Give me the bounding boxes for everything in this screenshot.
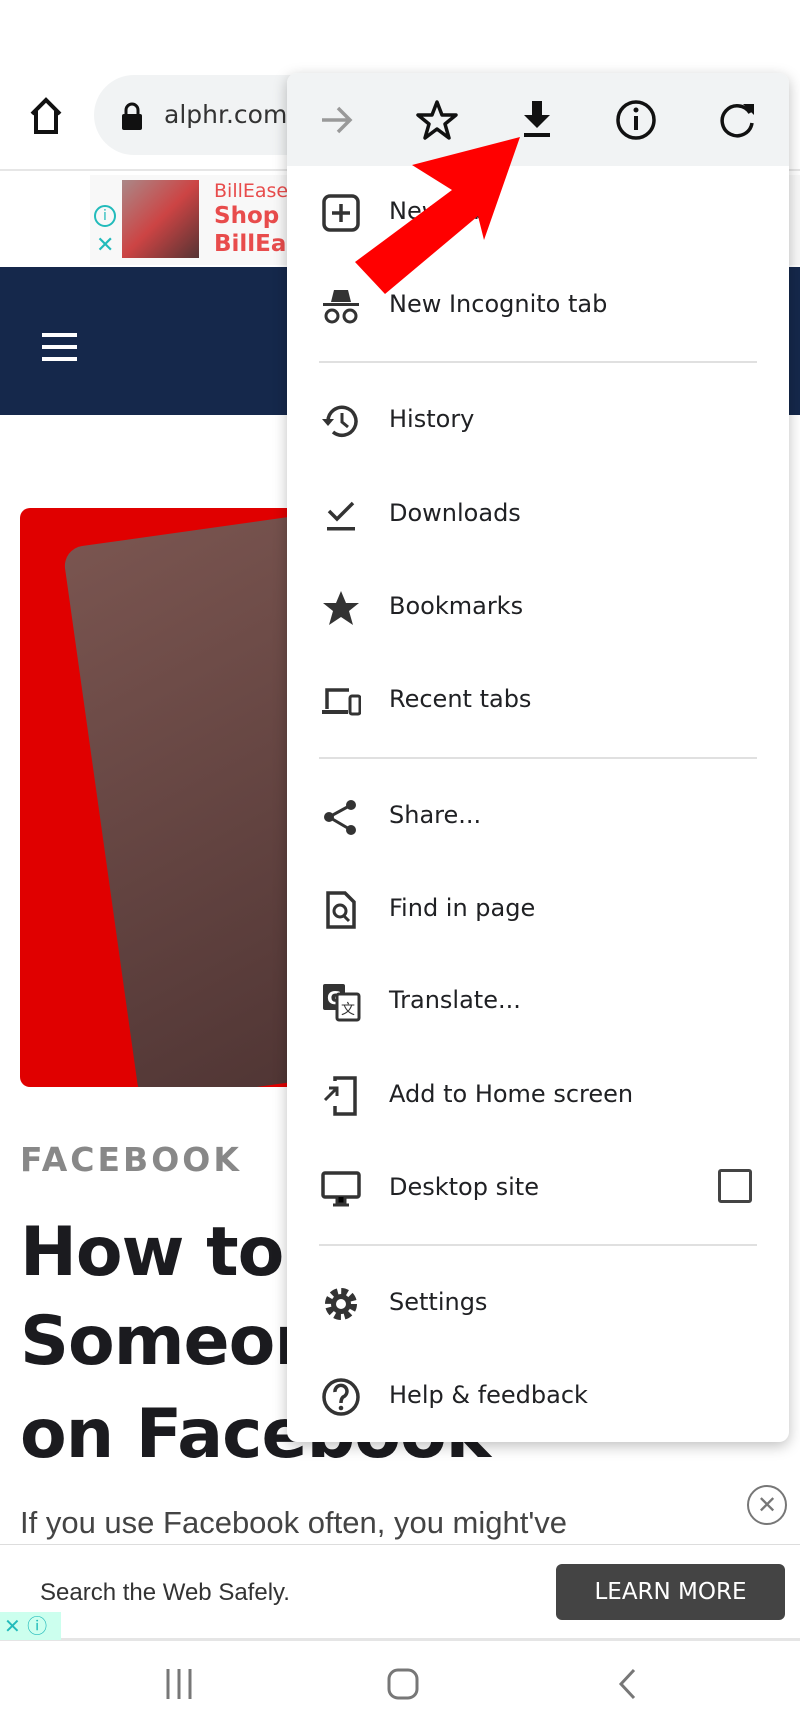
menu-item-downloads[interactable]: Downloads bbox=[287, 475, 789, 555]
article-intro: If you use Facebook often, you might've bbox=[20, 1505, 568, 1540]
menu-item-label: Share... bbox=[389, 801, 482, 829]
share-icon bbox=[324, 800, 356, 835]
menu-item-label: Add to Home screen bbox=[389, 1080, 634, 1108]
red-arrow-annotation bbox=[355, 137, 520, 294]
star-icon bbox=[323, 591, 359, 625]
find-icon bbox=[326, 891, 356, 929]
gear-icon bbox=[325, 1288, 357, 1320]
menu-item-add-to-home-screen[interactable]: Add to Home screen bbox=[287, 1056, 789, 1136]
menu-divider bbox=[319, 757, 757, 759]
menu-item-find-in-page[interactable]: Find in page bbox=[287, 870, 789, 950]
system-nav-bar bbox=[0, 1641, 800, 1733]
menu-item-recent-tabs[interactable]: Recent tabs bbox=[287, 661, 789, 741]
menu-item-label: Downloads bbox=[389, 499, 521, 527]
history-icon bbox=[322, 405, 358, 438]
ad-close-info-icon[interactable]: ✕ ⓘ bbox=[0, 1612, 61, 1640]
learn-more-button[interactable]: LEARN MORE bbox=[556, 1564, 785, 1620]
back-icon[interactable] bbox=[616, 1667, 638, 1701]
translate-icon: G文 bbox=[323, 984, 361, 1022]
help-icon bbox=[322, 1378, 360, 1416]
desktop-site-checkbox[interactable] bbox=[718, 1169, 752, 1203]
menu-item-label: Settings bbox=[389, 1288, 488, 1316]
downloads-icon bbox=[327, 501, 355, 531]
add-home-icon bbox=[323, 1076, 357, 1116]
menu-item-label: Find in page bbox=[389, 894, 536, 922]
menu-item-help-feedback[interactable]: Help & feedback bbox=[287, 1357, 789, 1437]
article-title-line: Someon bbox=[20, 1302, 323, 1381]
menu-item-desktop-site[interactable]: Desktop site bbox=[287, 1149, 789, 1229]
recent-apps-icon[interactable] bbox=[164, 1667, 194, 1701]
article-category[interactable]: FACEBOOK bbox=[20, 1140, 242, 1179]
desktop-icon bbox=[321, 1171, 361, 1207]
close-ad-icon[interactable]: ✕ bbox=[747, 1485, 787, 1525]
menu-item-label: Desktop site bbox=[389, 1173, 539, 1201]
svg-text:文: 文 bbox=[341, 1002, 355, 1018]
menu-item-bookmarks[interactable]: Bookmarks bbox=[287, 568, 789, 648]
menu-item-translate[interactable]: G 文 Translate... bbox=[287, 962, 789, 1042]
article-hero-image bbox=[20, 508, 320, 1087]
menu-item-settings[interactable]: Settings bbox=[287, 1264, 789, 1344]
menu-item-label: Recent tabs bbox=[389, 685, 532, 713]
menu-item-share[interactable]: Share... bbox=[287, 777, 789, 857]
menu-divider bbox=[319, 1244, 757, 1246]
devices-icon bbox=[322, 688, 361, 716]
ad-text: Search the Web Safely. bbox=[40, 1579, 290, 1606]
menu-item-label: History bbox=[389, 405, 475, 433]
menu-item-label: Translate... bbox=[389, 986, 521, 1014]
menu-item-label: Bookmarks bbox=[389, 592, 524, 620]
home-button-icon[interactable] bbox=[386, 1667, 420, 1701]
menu-item-label: Help & feedback bbox=[389, 1381, 588, 1409]
